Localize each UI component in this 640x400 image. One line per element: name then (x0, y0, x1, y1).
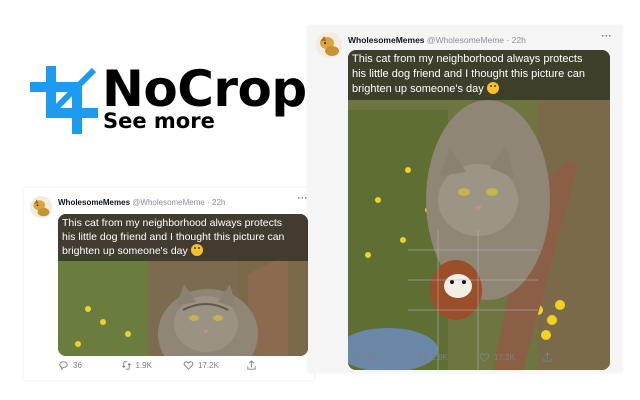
image-caption: This cat from my neighborhood always pro… (58, 214, 308, 261)
retweet-icon (417, 353, 427, 362)
share-icon (542, 352, 552, 362)
caption-line: This cat from my neighborhood always pro… (352, 53, 583, 65)
caption-line-text: brighten up someone's day (62, 245, 188, 257)
tweet-header: WholesomeMemes @WholesomeMeme · 22h (348, 35, 526, 45)
retweet-button[interactable]: 1.9K (417, 352, 480, 363)
caption-line: This cat from my neighborhood always pro… (62, 217, 283, 229)
display-name[interactable]: WholesomeMemes (58, 198, 130, 207)
heart-icon (183, 361, 194, 370)
like-button[interactable]: 17.2K (183, 360, 246, 371)
avatar[interactable] (316, 32, 342, 58)
caption-line: his little dog friend and I thought this… (352, 68, 585, 80)
reply-icon (59, 361, 68, 371)
tweet-image[interactable]: This cat from my neighborhood always pro… (58, 214, 308, 356)
like-count: 17.2K (494, 352, 515, 362)
like-count: 17.2K (198, 360, 219, 370)
heart-icon (479, 353, 490, 362)
retweet-count: 1.9K (135, 360, 152, 370)
caption-line: his little dog friend and I thought this… (62, 231, 285, 243)
image-caption: This cat from my neighborhood always pro… (348, 50, 610, 100)
tweet-header: WholesomeMemes @WholesomeMeme · 22h (58, 198, 225, 208)
caption-line: brighten up someone's day (62, 244, 304, 258)
share-icon (246, 360, 256, 370)
nocrop-logo: NoCrop See more (30, 60, 320, 140)
reply-button[interactable]: 36 (58, 360, 121, 371)
caption-line: brighten up someone's day (352, 82, 606, 97)
separator: · (506, 35, 510, 45)
smile-emoji-icon (190, 244, 203, 256)
timestamp[interactable]: 22h (212, 198, 225, 207)
reply-button[interactable]: 36 (354, 352, 417, 363)
like-button[interactable]: 17.2K (479, 352, 542, 363)
timestamp[interactable]: 22h (512, 35, 526, 45)
reply-count: 36 (369, 352, 378, 362)
handle[interactable]: @WholesomeMeme (427, 35, 504, 45)
reply-icon (355, 353, 364, 363)
smile-emoji-icon (486, 82, 499, 94)
tweet-actions: 36 1.9K 17.2K (354, 352, 604, 363)
separator: · (207, 198, 210, 207)
retweet-icon (121, 361, 131, 370)
tweet-image[interactable]: This cat from my neighborhood always pro… (348, 50, 610, 370)
avatar[interactable] (30, 196, 52, 218)
tweet-card-cropped[interactable]: WholesomeMemes @WholesomeMeme · 22h ··· … (24, 188, 314, 380)
retweet-button[interactable]: 1.9K (121, 360, 184, 371)
retweet-count: 1.9K (431, 352, 448, 362)
share-button[interactable] (542, 352, 605, 363)
tweet-card-full[interactable]: WholesomeMemes @WholesomeMeme · 22h ··· (308, 26, 622, 372)
crop-icon (30, 66, 98, 134)
tweet-actions: 36 1.9K 17.2K (58, 360, 308, 371)
reply-count: 36 (73, 360, 82, 370)
more-icon[interactable]: ··· (298, 193, 309, 203)
display-name[interactable]: WholesomeMemes (348, 35, 425, 45)
handle[interactable]: @WholesomeMeme (132, 198, 205, 207)
logo-subtitle: See more (103, 109, 215, 133)
more-icon[interactable]: ··· (602, 31, 613, 41)
share-button[interactable] (246, 360, 309, 371)
caption-line-text: brighten up someone's day (352, 83, 484, 95)
